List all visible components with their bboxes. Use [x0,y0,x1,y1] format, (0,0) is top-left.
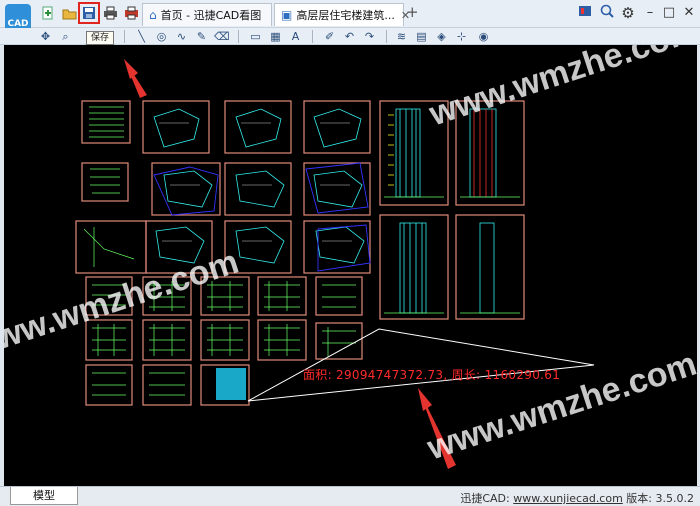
table-icon[interactable]: ▦ [268,29,283,44]
toolbar-divider [312,30,313,43]
gear-icon[interactable]: ⚙ [619,4,637,22]
open-folder-icon[interactable] [59,3,79,23]
cad-viewer-window: CAD ⌂ 首页 - 迅捷CAD看图 ▣ 高层层住宅楼建筑... ✕ + ⚙ –… [0,0,700,506]
brand-label: 迅捷CAD: [460,492,514,505]
highlighter-icon[interactable]: ✐ [322,29,337,44]
tab-home[interactable]: ⌂ 首页 - 迅捷CAD看图 [142,3,272,26]
zoom-icon[interactable]: ⌕ [58,29,73,44]
tab-drawing[interactable]: ▣ 高层层住宅楼建筑... ✕ [274,3,410,26]
maximize-icon[interactable]: □ [660,4,678,22]
curve-icon[interactable]: ∿ [174,29,189,44]
text-icon[interactable]: A [288,29,303,44]
cad-drawing [75,59,595,469]
print-icon[interactable] [100,3,120,23]
redo-icon[interactable]: ↷ [362,29,377,44]
website-link[interactable]: www.xunjiecad.com [513,492,623,505]
toolbar-divider [386,30,387,43]
layout-icon[interactable] [576,4,594,22]
add-tab-button[interactable]: + [406,3,419,21]
block-icon[interactable]: ▤ [414,29,429,44]
eraser-icon[interactable]: ⌫ [214,29,230,44]
pan-icon[interactable]: ✥ [38,29,53,44]
layers-icon[interactable]: ≋ [394,29,409,44]
tab-model[interactable]: 模型 [10,487,78,505]
drawing-canvas[interactable]: 面积: 29094747372.73, 周长: 1160290.61 www.w… [4,45,697,486]
minimize-icon[interactable]: – [641,4,659,22]
save-button[interactable] [78,2,100,24]
color-wheel-icon[interactable]: ◉ [476,29,491,44]
zoom-window-icon[interactable] [598,4,616,22]
3d-cube-icon[interactable]: ◈ [434,29,449,44]
home-icon: ⌂ [149,8,157,22]
toolbar-divider [238,30,239,43]
pencil-icon[interactable]: ✎ [194,29,209,44]
coordinates-icon[interactable]: ⊹ [454,29,469,44]
batch-print-icon[interactable] [121,3,141,23]
undo-icon[interactable]: ↶ [342,29,357,44]
rectangle-icon[interactable]: ▭ [248,29,263,44]
version-label: 版本: 3.5.0.2 [622,492,694,505]
save-tooltip: 保存 [86,31,114,45]
new-file-icon[interactable] [38,3,58,23]
close-icon[interactable]: ✕ [680,4,698,22]
title-bar: CAD ⌂ 首页 - 迅捷CAD看图 ▣ 高层层住宅楼建筑... ✕ + ⚙ –… [0,0,700,44]
drawing-file-icon: ▣ [281,8,293,22]
circle-icon[interactable]: ◎ [154,29,169,44]
status-info: 迅捷CAD: www.xunjiecad.com 版本: 3.5.0.2 [460,490,694,506]
measurement-readout: 面积: 29094747372.73, 周长: 1160290.61 [303,368,561,382]
line-icon[interactable]: ╲ [134,29,149,44]
status-bar: 模型 迅捷CAD: www.xunjiecad.com 版本: 3.5.0.2 [0,486,700,506]
toolbar-divider [124,30,125,43]
